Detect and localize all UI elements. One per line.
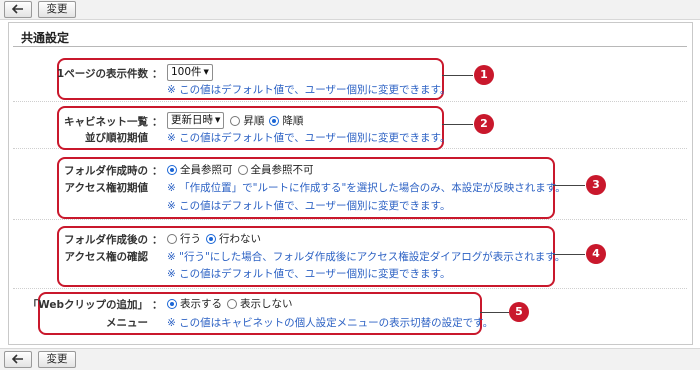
sort-field-value: 更新日時 [171,114,213,126]
callout-badge-5: 5 [509,302,529,322]
radio-webclip-hide[interactable] [227,298,237,309]
callout-connector-5 [480,312,509,313]
webclip-label-2: メニュー [106,317,148,329]
chevron-down-icon: ▼ [203,68,209,76]
cabinet-sort-note: ※ この値はデフォルト値で、ユーザー個別に変更できます。 [167,132,451,144]
callout-connector-1 [442,75,473,76]
folder-access-label-1: フォルダ作成時の [64,165,148,177]
colon: ： [152,165,163,177]
confirm-do-label: 行う [180,233,201,245]
sort-field-select[interactable]: 更新日時 ▼ [167,112,225,129]
sort-ascending-option[interactable]: 昇順 [230,113,264,128]
colon: ： [152,116,163,128]
access-confirm-control: 行う 行わない [167,231,266,246]
change-button[interactable]: 変更 [38,1,76,18]
callout-badge-1: 1 [474,65,494,85]
webclip-show-label: 表示する [180,298,222,310]
cabinet-sort-control: 更新日時 ▼ 昇順 降順 [167,112,308,129]
bottom-toolbar: 変更 [0,348,700,370]
sort-descending-label: 降順 [282,115,304,127]
sort-ascending-label: 昇順 [243,115,265,127]
row-divider [13,219,687,220]
folder-access-label-2: アクセス権初期値 [64,182,148,194]
webclip-show-option[interactable]: 表示する [167,296,222,311]
access-confirm-label-2: アクセス権の確認 [64,251,148,263]
confirm-do-option[interactable]: 行う [167,231,201,246]
top-toolbar: 変更 [0,0,700,20]
webclip-note: ※ この値はキャビネットの個人設定メニューの表示切替の設定です。 [167,317,494,329]
confirm-dont-label: 行わない [219,233,261,245]
radio-ascending[interactable] [230,115,241,126]
colon: ： [152,299,163,311]
sort-descending-option[interactable]: 降順 [269,113,303,128]
row-divider [13,101,687,102]
back-arrow-icon [11,354,23,364]
title-divider [13,46,687,47]
radio-confirm-do[interactable] [167,233,177,244]
webclip-hide-label: 表示しない [240,298,293,310]
section-title: 共通設定 [21,31,70,45]
access-all-noview-label: 全員参照不可 [250,164,314,176]
folder-access-note-1: ※ 「作成位置」で"ルートに作成する"を選択した場合のみ、本設定が反映されます。 [167,182,566,194]
display-count-select[interactable]: 100件 ▼ [167,64,213,81]
callout-connector-2 [442,124,473,125]
display-count-note: ※ この値はデフォルト値で、ユーザー個別に変更できます。 [167,84,451,96]
radio-descending[interactable] [269,115,280,126]
colon: ： [152,234,163,246]
webclip-label-1: 「Webクリップの追加」 [27,299,148,311]
display-count-value: 100件 [171,66,202,78]
radio-all-noview[interactable] [237,164,248,175]
access-confirm-note-2: ※ この値はデフォルト値で、ユーザー個別に変更できます。 [167,268,451,280]
access-all-noview-option[interactable]: 全員参照不可 [237,162,314,177]
display-count-control: 100件 ▼ [167,64,213,81]
colon: ： [152,68,163,80]
cabinet-sort-label-1: キャビネット一覧 [64,116,148,128]
back-arrow-icon [11,4,23,14]
access-confirm-note-1: ※ "行う"にした場合、フォルダ作成後にアクセス権設定ダイアログが表示されます。 [167,251,566,263]
webclip-control: 表示する 表示しない [167,296,298,311]
folder-access-control: 全員参照可 全員参照不可 [167,162,319,177]
access-all-view-label: 全員参照可 [180,164,233,176]
radio-confirm-dont[interactable] [206,233,216,244]
radio-all-view[interactable] [167,164,177,175]
confirm-dont-option[interactable]: 行わない [206,231,261,246]
display-count-label: 1ページの表示件数 [56,68,148,80]
webclip-hide-option[interactable]: 表示しない [227,296,293,311]
back-button[interactable] [4,1,32,18]
folder-access-note-2: ※ この値はデフォルト値で、ユーザー個別に変更できます。 [167,200,451,212]
callout-badge-3: 3 [586,175,606,195]
access-all-view-option[interactable]: 全員参照可 [167,162,233,177]
callout-badge-4: 4 [586,244,606,264]
callout-badge-2: 2 [474,114,494,134]
radio-webclip-show[interactable] [167,298,177,309]
chevron-down-icon: ▼ [215,116,221,124]
cabinet-sort-label-2: 並び順初期値 [85,132,148,144]
back-button-bottom[interactable] [4,351,32,368]
row-divider [13,288,687,289]
access-confirm-label-1: フォルダ作成後の [64,234,148,246]
change-button-bottom[interactable]: 変更 [38,351,76,368]
